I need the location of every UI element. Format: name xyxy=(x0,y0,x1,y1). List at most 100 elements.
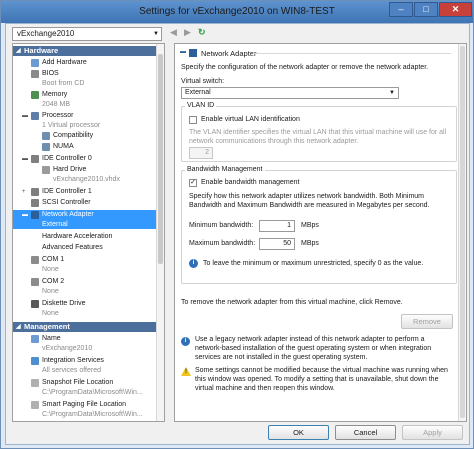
vlan-checkbox[interactable] xyxy=(189,116,197,124)
network-adapter-panel: ▬ Network Adapter Specify the configurat… xyxy=(174,43,467,422)
collapse-triangle-icon: ◢ xyxy=(16,48,21,54)
management-section-header[interactable]: ◢ Management xyxy=(13,322,157,332)
min-bandwidth-label: Minimum bandwidth: xyxy=(189,222,254,229)
tree-item-ide-controller-1[interactable]: + IDE Controller 1 xyxy=(13,187,157,197)
panel-header: Network Adapter xyxy=(201,49,257,58)
tree-item-scsi-controller[interactable]: SCSI Controller xyxy=(13,198,157,208)
collapse-icon[interactable]: ▬ xyxy=(22,111,28,121)
panel-scrollbar[interactable] xyxy=(458,44,466,421)
vlan-description: The VLAN identifier specifies the virtua… xyxy=(189,129,447,145)
com-port-icon xyxy=(31,256,39,264)
collapse-triangle-icon: ◢ xyxy=(16,324,21,330)
tree-item-integration-services[interactable]: Integration Services xyxy=(13,356,157,366)
bandwidth-checkbox-label[interactable]: Enable bandwidth management xyxy=(201,179,299,186)
tree-item-integration-services-detail: All services offered xyxy=(42,367,102,374)
tree-item-advanced-features[interactable]: Advanced Features xyxy=(13,243,157,253)
bios-icon xyxy=(31,70,39,78)
tree-item-hardware-acceleration[interactable]: Hardware Acceleration xyxy=(13,232,157,242)
refresh-icon[interactable]: ↻ xyxy=(198,27,206,38)
tree-item-network-adapter-detail: External xyxy=(13,220,157,229)
tree-item-bios-detail: Boot from CD xyxy=(42,80,85,87)
virtual-switch-label: Virtual switch: xyxy=(181,78,225,85)
close-button[interactable]: ✕ xyxy=(439,2,472,17)
scsi-controller-icon xyxy=(31,199,39,207)
tree-item-smart-paging-location[interactable]: Smart Paging File Location xyxy=(13,400,157,410)
tree-item-bios[interactable]: BIOS xyxy=(13,69,157,79)
min-bandwidth-input[interactable]: 1 xyxy=(259,220,295,232)
hardware-section-header[interactable]: ◢ Hardware xyxy=(13,46,157,56)
tree-item-com1-detail: None xyxy=(42,266,59,273)
tree-item-smart-paging-location-detail: C:\ProgramData\Microsoft\Win... xyxy=(42,411,143,418)
name-icon xyxy=(31,335,39,343)
vlan-checkbox-label[interactable]: Enable virtual LAN identification xyxy=(201,116,300,123)
tree-item-hard-drive-detail: vExchange2010.vhdx xyxy=(53,176,120,183)
bandwidth-info: To leave the minimum or maximum unrestri… xyxy=(203,260,424,267)
vm-selector[interactable]: vExchange2010 ▼ xyxy=(12,27,162,41)
tree-item-hard-drive[interactable]: Hard Drive xyxy=(13,165,157,175)
tree-item-network-adapter[interactable]: ▬ Network Adapter xyxy=(13,210,157,220)
header-divider xyxy=(253,53,451,54)
tree-scrollbar-thumb[interactable] xyxy=(158,54,163,264)
chevron-down-icon: ▼ xyxy=(153,31,159,37)
memory-icon xyxy=(31,91,39,99)
collapse-icon[interactable]: ▬ xyxy=(22,210,28,220)
tree-scrollbar[interactable] xyxy=(156,44,164,421)
tree-item-numa[interactable]: NUMA xyxy=(13,142,157,152)
smart-paging-icon xyxy=(31,401,39,409)
tree-item-processor[interactable]: ▬ Processor xyxy=(13,111,157,121)
virtual-switch-value: External xyxy=(185,89,211,96)
bandwidth-description: Specify how this network adapter utilize… xyxy=(189,193,430,209)
chevron-down-icon: ▼ xyxy=(389,90,395,96)
diskette-drive-icon xyxy=(31,300,39,308)
running-vm-warning: Some settings cannot be modified because… xyxy=(195,367,448,392)
panel-scrollbar-thumb[interactable] xyxy=(460,46,465,418)
com-port-icon xyxy=(31,278,39,286)
minimize-button[interactable]: – xyxy=(389,2,413,17)
title-bar[interactable]: Settings for vExchange2010 on WIN8-TEST … xyxy=(1,1,473,23)
tree-item-compatibility[interactable]: Compatibility xyxy=(13,131,157,141)
tree-item-name[interactable]: Name xyxy=(13,334,157,344)
remove-button[interactable]: Remove xyxy=(401,314,453,329)
collapse-icon[interactable]: ▬ xyxy=(180,49,186,55)
tree-item-com1[interactable]: COM 1 xyxy=(13,255,157,265)
legacy-adapter-info: Use a legacy network adapter instead of … xyxy=(195,336,432,361)
forward-arrow-icon[interactable]: ▶ xyxy=(184,27,191,38)
snapshot-icon xyxy=(31,379,39,387)
tree-item-snapshot-location[interactable]: Snapshot File Location xyxy=(13,378,157,388)
tree-item-com2[interactable]: COM 2 xyxy=(13,277,157,287)
maximize-button[interactable]: □ xyxy=(414,2,438,17)
warning-icon: ! xyxy=(181,367,191,376)
network-adapter-icon xyxy=(31,211,39,219)
compatibility-icon xyxy=(42,132,50,140)
tree-item-memory-detail: 2048 MB xyxy=(42,101,71,108)
max-bandwidth-input[interactable]: 50 xyxy=(259,238,295,250)
tree-item-ide-controller-0[interactable]: ▬ IDE Controller 0 xyxy=(13,154,157,164)
back-arrow-icon[interactable]: ◀ xyxy=(170,27,177,38)
ok-button[interactable]: OK xyxy=(268,425,329,440)
tree-item-add-hardware[interactable]: Add Hardware xyxy=(13,58,157,68)
tree-item-com2-detail: None xyxy=(42,288,59,295)
ide-controller-icon xyxy=(31,188,39,196)
collapse-icon[interactable]: ▬ xyxy=(22,154,28,164)
info-icon: i xyxy=(181,337,190,346)
tree-item-processor-detail: 1 Virtual processor xyxy=(42,122,101,129)
tree-item-diskette-drive-detail: None xyxy=(42,310,59,317)
vlan-id-input[interactable]: 2 xyxy=(189,147,213,159)
tree-item-memory[interactable]: Memory xyxy=(13,90,157,100)
apply-button[interactable]: Apply xyxy=(402,425,463,440)
cancel-button[interactable]: Cancel xyxy=(335,425,396,440)
hard-drive-icon xyxy=(42,166,50,174)
min-bandwidth-unit: MBps xyxy=(301,222,319,229)
vm-selector-value: vExchange2010 xyxy=(17,29,75,38)
bandwidth-checkbox[interactable]: ✓ xyxy=(189,179,197,187)
virtual-switch-dropdown[interactable]: External ▼ xyxy=(181,87,399,99)
settings-window: Settings for vExchange2010 on WIN8-TEST … xyxy=(0,0,474,449)
remove-hint: To remove the network adapter from this … xyxy=(181,299,403,306)
expand-icon[interactable]: + xyxy=(22,187,26,197)
tree-item-snapshot-location-detail: C:\ProgramData\Microsoft\Win... xyxy=(42,389,143,396)
tree-item-diskette-drive[interactable]: Diskette Drive xyxy=(13,299,157,309)
add-hardware-icon xyxy=(31,59,39,67)
vlan-group-label: VLAN ID xyxy=(185,102,217,109)
max-bandwidth-unit: MBps xyxy=(301,240,319,247)
network-adapter-icon xyxy=(189,49,197,57)
